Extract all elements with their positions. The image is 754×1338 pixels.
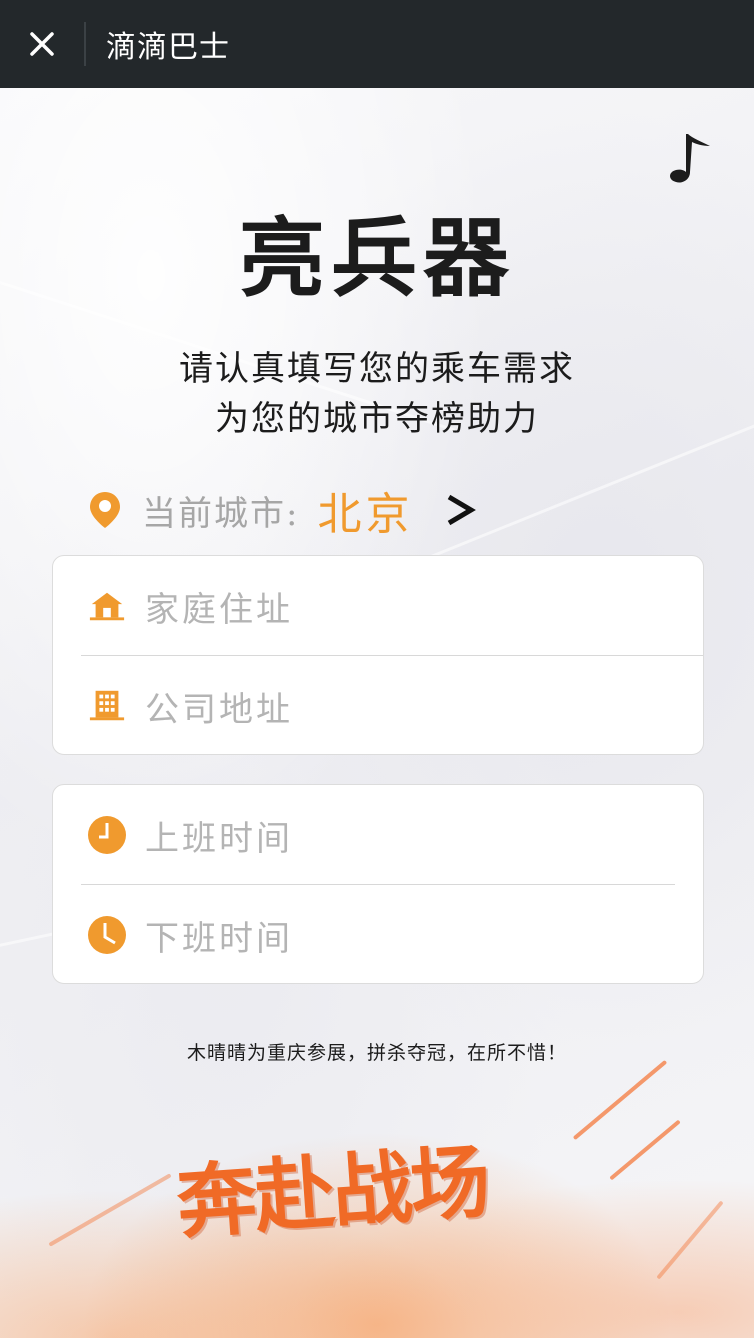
music-note-icon xyxy=(670,134,710,183)
home-icon xyxy=(87,586,127,626)
work-start-time-placeholder: 上班时间 xyxy=(145,818,293,859)
location-pin-icon xyxy=(90,492,120,528)
work-end-time-field[interactable]: 下班时间 xyxy=(53,885,703,985)
chevron-right-icon[interactable] xyxy=(443,493,477,527)
building-icon xyxy=(87,686,127,726)
clock-icon xyxy=(87,915,127,955)
subline: 请认真填写您的乘车需求 为您的城市夺榜助力 xyxy=(0,344,754,444)
close-icon xyxy=(30,32,54,56)
subline-line-2: 为您的城市夺榜助力 xyxy=(215,399,539,439)
page-title: 滴滴巴士 xyxy=(106,30,230,65)
city-value[interactable]: 北京 xyxy=(317,478,413,542)
address-card: 家庭住址 公司地址 xyxy=(52,555,704,755)
company-address-field[interactable]: 公司地址 xyxy=(53,656,703,756)
slogan-text: 木晴晴为重庆参展，拼杀夺冠，在所不惜！ xyxy=(186,1042,567,1064)
headline: 亮兵器 xyxy=(239,208,515,309)
time-card: 上班时间 下班时间 xyxy=(52,784,704,984)
work-end-time-placeholder: 下班时间 xyxy=(145,918,293,959)
clock-icon xyxy=(87,815,127,855)
topbar-divider xyxy=(84,22,86,66)
subline-line-1: 请认真填写您的乘车需求 xyxy=(179,349,575,389)
banner-title: 奔赴战场 xyxy=(173,1135,492,1250)
work-start-time-field[interactable]: 上班时间 xyxy=(53,785,703,885)
city-label: 当前城市: xyxy=(142,493,300,534)
home-address-field[interactable]: 家庭住址 xyxy=(53,556,703,656)
company-address-placeholder: 公司地址 xyxy=(145,689,293,730)
main-canvas: 亮兵器 请认真填写您的乘车需求 为您的城市夺榜助力 当前城市: 北京 家庭住址 xyxy=(0,88,754,1338)
city-selector[interactable]: 当前城市: 北京 xyxy=(88,482,477,540)
top-navigation-bar: 滴滴巴士 xyxy=(0,0,754,88)
home-address-placeholder: 家庭住址 xyxy=(145,589,293,630)
close-button[interactable] xyxy=(0,0,84,88)
music-toggle-button[interactable] xyxy=(662,128,718,188)
